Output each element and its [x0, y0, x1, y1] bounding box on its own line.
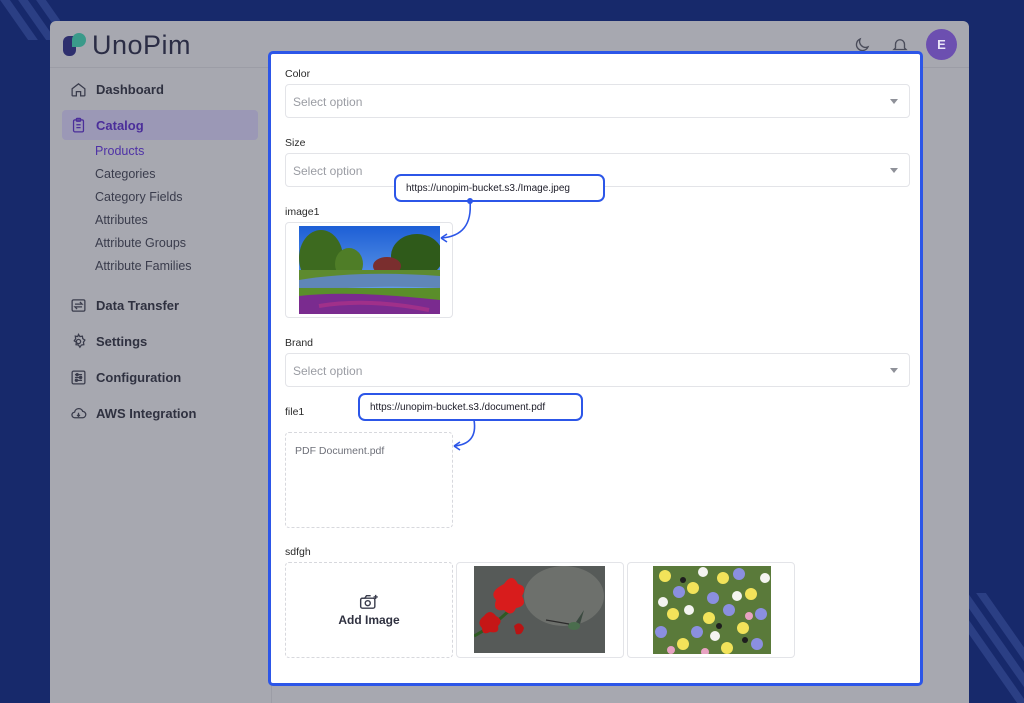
sidebar: Dashboard Catalog Products Categories Ca… [50, 69, 272, 703]
gallery-image-1[interactable] [456, 562, 624, 658]
avatar[interactable]: E [926, 29, 957, 60]
sidebar-item-label: AWS Integration [96, 405, 197, 421]
clipboard-icon [68, 115, 88, 135]
chevron-down-icon [890, 368, 898, 373]
sidebar-item-catalog[interactable]: Catalog [62, 110, 258, 140]
file1-preview[interactable]: PDF Document.pdf [285, 432, 453, 528]
brand-name: UnoPim [92, 30, 192, 60]
add-image-label: Add Image [338, 613, 400, 627]
image1-preview[interactable] [285, 222, 453, 318]
chevron-down-icon [890, 99, 898, 104]
color-select[interactable]: Select option [285, 84, 910, 118]
sliders-icon [68, 367, 88, 387]
size-label: Size [285, 137, 306, 149]
sidebar-item-label: Configuration [96, 369, 182, 385]
sidebar-sub-item-categories[interactable]: Categories [95, 167, 155, 181]
decorative-stripes-bottom-right [964, 593, 1024, 703]
product-form-panel: Color Select option Size Select option i… [268, 51, 923, 686]
brand-label: Brand [285, 337, 314, 349]
camera-plus-icon [359, 594, 378, 609]
hummingbird-flower-image [474, 566, 605, 653]
color-label: Color [285, 68, 311, 80]
wildflowers-image [653, 566, 771, 654]
cloud-icon [68, 403, 88, 423]
brand-logo[interactable]: UnoPim [63, 30, 191, 61]
callout-arrow-icon [453, 419, 476, 451]
sidebar-sub-item-attribute-groups[interactable]: Attribute Groups [95, 236, 186, 250]
sidebar-item-label: Data Transfer [96, 297, 180, 313]
sidebar-sub-item-attribute-families[interactable]: Attribute Families [95, 259, 192, 273]
sidebar-item-settings[interactable]: Settings [62, 326, 258, 356]
color-select-placeholder: Select option [293, 95, 363, 109]
sidebar-item-aws-integration[interactable]: AWS Integration [62, 398, 258, 428]
callout-arrow-icon [440, 198, 473, 243]
logo-mark-icon [63, 33, 88, 58]
gallery-label: sdfgh [285, 546, 311, 558]
sidebar-sub-item-products[interactable]: Products [95, 144, 144, 158]
sidebar-item-label: Catalog [96, 117, 144, 133]
brand-select[interactable]: Select option [285, 353, 910, 387]
gear-icon [68, 331, 88, 351]
sidebar-item-configuration[interactable]: Configuration [62, 362, 258, 392]
home-icon [68, 79, 88, 99]
sidebar-item-label: Dashboard [96, 81, 164, 97]
image-url-callout: https://unopim-bucket.s3./Image.jpeg [394, 174, 605, 202]
sidebar-item-dashboard[interactable]: Dashboard [62, 74, 258, 104]
transfer-icon [68, 295, 88, 315]
sidebar-item-label: Settings [96, 333, 148, 349]
add-image-button[interactable]: Add Image [285, 562, 453, 658]
gallery-image-2[interactable] [627, 562, 795, 658]
sidebar-item-data-transfer[interactable]: Data Transfer [62, 290, 258, 320]
brand-select-placeholder: Select option [293, 364, 363, 378]
image1-label: image1 [285, 206, 320, 218]
chevron-down-icon [890, 168, 898, 173]
sidebar-sub-item-attributes[interactable]: Attributes [95, 213, 148, 227]
size-select-placeholder: Select option [293, 164, 363, 178]
file1-label: file1 [285, 406, 305, 418]
file1-name: PDF Document.pdf [295, 445, 385, 457]
landscape-park-image [299, 226, 440, 314]
sidebar-sub-item-category-fields[interactable]: Category Fields [95, 190, 183, 204]
file-url-callout: https://unopim-bucket.s3./document.pdf [358, 393, 583, 421]
